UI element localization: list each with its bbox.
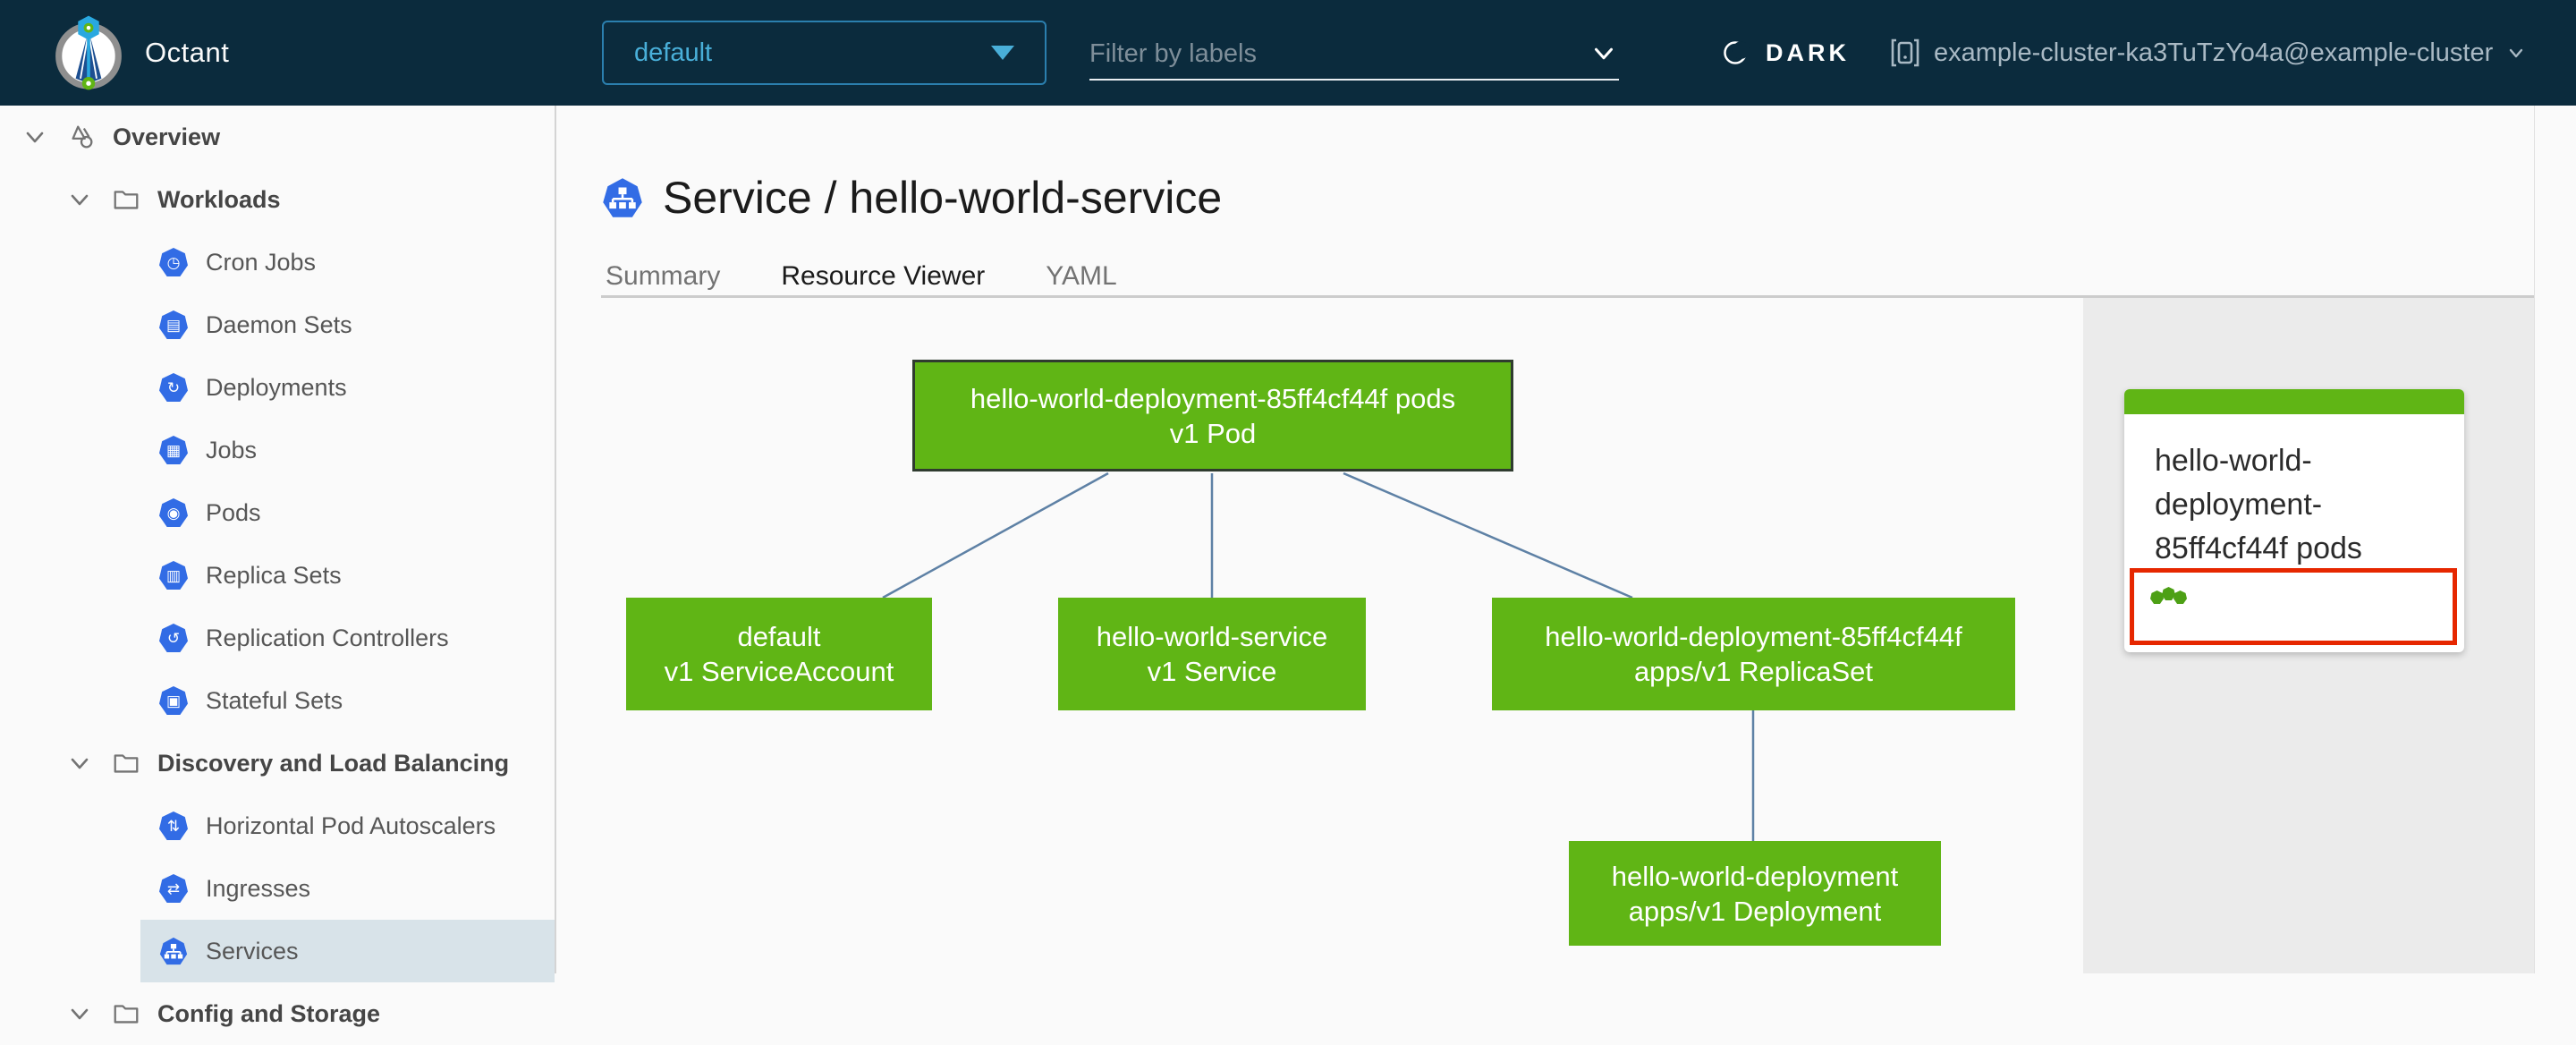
sidebar-item-config-and-storage[interactable]: Config and Storage	[0, 982, 555, 1045]
sidebar-item-overview[interactable]: Overview	[0, 106, 555, 168]
sidebar-item-label: Deployments	[206, 373, 347, 401]
graph-node-service[interactable]: hello-world-service v1 Service	[1058, 598, 1366, 710]
sidebar-item-label: Horizontal Pod Autoscalers	[206, 811, 496, 839]
sidebar-item-label: Discovery and Load Balancing	[157, 749, 510, 777]
sidebar-item-daemon-sets[interactable]: ▤ Daemon Sets	[0, 293, 555, 356]
sidebar-item-discovery-and-load-balancing[interactable]: Discovery and Load Balancing	[0, 732, 555, 794]
graph-node-serviceaccount[interactable]: default v1 ServiceAccount	[626, 598, 932, 710]
cluster-context-switcher[interactable]: example-cluster-ka3TuTzYo4a@example-clus…	[1889, 0, 2527, 106]
replicationcontrollers-icon: ↺	[159, 624, 188, 652]
node-label: hello-world-service	[1096, 621, 1328, 652]
node-sublabel: v1 ServiceAccount	[664, 656, 894, 687]
pod-status-dot	[2150, 590, 2164, 604]
sidebar-item-pods[interactable]: ◉ Pods	[0, 481, 555, 544]
sidebar-item-cron-jobs[interactable]: ◷ Cron Jobs	[0, 231, 555, 293]
pod-status-highlight-box[interactable]	[2130, 568, 2457, 645]
page-header: Service / hello-world-service	[602, 172, 1222, 224]
node-sublabel: v1 Service	[1147, 656, 1277, 687]
sidebar-item-horizontal-pod-autoscalers[interactable]: ⇅ Horizontal Pod Autoscalers	[0, 794, 555, 857]
services-icon	[159, 937, 188, 965]
replicasets-icon: ▥	[159, 561, 188, 590]
sidebar-item-label: Jobs	[206, 436, 258, 463]
node-sublabel: v1 Pod	[1169, 417, 1257, 449]
app-header: Octant default DARK example-cluster-ka3T…	[0, 0, 2576, 106]
node-label: hello-world-deployment	[1611, 860, 1899, 892]
theme-toggle-label: DARK	[1766, 38, 1850, 66]
theme-toggle-button[interactable]: DARK	[1719, 0, 1850, 106]
app-title: Octant	[145, 37, 230, 68]
overview-icon	[72, 125, 93, 149]
statefulsets-icon: ▣	[159, 686, 188, 715]
hpa-icon: ⇅	[159, 811, 188, 840]
jobs-icon: ▦	[159, 436, 188, 464]
pods-icon: ◉	[159, 498, 188, 527]
graph-node-deployment[interactable]: hello-world-deployment apps/v1 Deploymen…	[1569, 841, 1941, 946]
caret-down-icon	[991, 46, 1014, 60]
sidebar-item-deployments[interactable]: ↻ Deployments	[0, 356, 555, 419]
sidebar-item-label: Replica Sets	[206, 561, 342, 589]
sidebar-item-replica-sets[interactable]: ▥ Replica Sets	[0, 544, 555, 607]
cluster-context-label: example-cluster-ka3TuTzYo4a@example-clus…	[1934, 38, 2494, 67]
namespace-select[interactable]: default	[602, 21, 1046, 85]
pod-status-dot	[2174, 590, 2187, 604]
card-title: hello-world-deployment-85ff4cf44f pods	[2155, 444, 2362, 565]
chevron-down-icon[interactable]	[66, 1000, 93, 1027]
namespace-select-value: default	[634, 38, 713, 67]
node-sublabel: apps/v1 ReplicaSet	[1633, 656, 1874, 687]
cronjobs-icon: ◷	[159, 248, 188, 276]
cluster-context-icon	[1891, 38, 1919, 67]
sidebar-item-label: Ingresses	[206, 874, 311, 902]
sidebar-item-ingresses[interactable]: ⇄ Ingresses	[0, 857, 555, 920]
sidebar-item-label: Replication Controllers	[206, 624, 449, 651]
sidebar-item-replication-controllers[interactable]: ↺ Replication Controllers	[0, 607, 555, 669]
sidebar-item-label: Pods	[206, 498, 261, 526]
node-sublabel: apps/v1 Deployment	[1628, 895, 1882, 927]
main-content: Service / hello-world-service Summary Re…	[556, 106, 2576, 973]
chevron-down-icon[interactable]	[66, 750, 93, 777]
chevron-down-icon[interactable]	[1589, 38, 1619, 69]
navigation-sidebar: Overview Workloads ◷ Cron Jobs ▤ Daemon …	[0, 106, 556, 1027]
ingresses-icon: ⇄	[159, 874, 188, 903]
card-status-bar	[2124, 389, 2464, 414]
node-label: hello-world-deployment-85ff4cf44f	[1545, 621, 1962, 652]
sidebar-item-label: Cron Jobs	[206, 248, 317, 276]
label-filter-input[interactable]	[1089, 38, 1589, 69]
pod-status-dot	[2162, 587, 2175, 600]
chevron-down-icon[interactable]	[66, 186, 93, 213]
chevron-down-icon	[2510, 48, 2523, 58]
sidebar-item-stateful-sets[interactable]: ▣ Stateful Sets	[0, 669, 555, 732]
sidebar-item-workloads[interactable]: Workloads	[0, 168, 555, 231]
sidebar-item-label: Daemon Sets	[206, 310, 352, 338]
service-icon	[603, 178, 642, 217]
sidebar-item-jobs[interactable]: ▦ Jobs	[0, 419, 555, 481]
scroll-gutter[interactable]	[2534, 106, 2576, 973]
sidebar-item-label: Workloads	[157, 185, 281, 213]
moon-icon	[1724, 41, 1750, 64]
folder-icon	[114, 191, 139, 209]
folder-icon	[114, 754, 139, 773]
sidebar-item-label: Config and Storage	[157, 999, 380, 1027]
sidebar-item-label: Stateful Sets	[206, 686, 343, 714]
sidebar-item-label: Services	[206, 937, 299, 964]
graph-node-pod[interactable]: hello-world-deployment-85ff4cf44f pods v…	[912, 360, 1513, 472]
folder-icon	[114, 1005, 139, 1024]
selected-resource-card[interactable]: hello-world-deployment-85ff4cf44f pods	[2124, 389, 2464, 652]
daemonsets-icon: ▤	[159, 310, 188, 339]
deployments-icon: ↻	[159, 373, 188, 402]
resource-graph: hello-world-deployment-85ff4cf44f pods v…	[556, 298, 2534, 973]
octant-logo-icon	[55, 15, 122, 90]
graph-node-replicaset[interactable]: hello-world-deployment-85ff4cf44f apps/v…	[1492, 598, 2015, 710]
selection-detail-panel: hello-world-deployment-85ff4cf44f pods	[2083, 298, 2534, 973]
chevron-down-icon[interactable]	[21, 123, 48, 150]
node-label: hello-world-deployment-85ff4cf44f pods	[970, 382, 1456, 414]
page-title: Service / hello-world-service	[663, 173, 1223, 223]
label-filter	[1089, 29, 1619, 81]
node-label: default	[737, 621, 821, 652]
sidebar-item-label: Overview	[113, 123, 221, 150]
